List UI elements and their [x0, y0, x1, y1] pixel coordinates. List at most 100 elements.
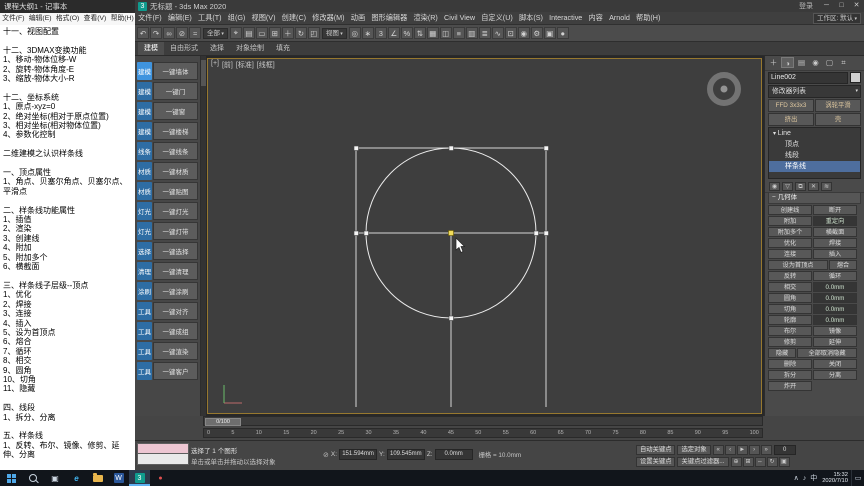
- mirror-icon[interactable]: ◫: [439, 27, 452, 39]
- plugin-action-button[interactable]: 一键涂刷: [153, 282, 198, 300]
- plugin-action-button[interactable]: 一键窗: [153, 102, 198, 120]
- notepad-menu-item[interactable]: 查看(V): [81, 13, 108, 25]
- geometry-button[interactable]: 连接: [768, 249, 812, 259]
- viewport-label-item[interactable]: [标准]: [236, 60, 254, 70]
- menu-item[interactable]: 修改器(M): [309, 13, 348, 23]
- geometry-button[interactable]: 关闭: [813, 359, 857, 369]
- geometry-button[interactable]: 切角: [768, 304, 812, 314]
- menu-item[interactable]: 工具(T): [195, 13, 225, 23]
- create-tab[interactable]: ＋: [767, 57, 780, 68]
- plugin-action-button[interactable]: 一键渲染: [153, 342, 198, 360]
- geometry-rollout-header[interactable]: 几何体: [768, 192, 861, 204]
- select-and-rotate-icon[interactable]: ↻: [294, 27, 307, 39]
- geometry-button[interactable]: 焊接: [813, 238, 857, 248]
- task-view-button[interactable]: ▣: [44, 470, 66, 486]
- time-slider-handle[interactable]: 0/100: [205, 418, 241, 426]
- maximize-viewport-toggle-icon[interactable]: ▣: [778, 456, 790, 467]
- menu-item[interactable]: Arnold: [606, 13, 633, 23]
- select-by-name-icon[interactable]: ▤: [242, 27, 255, 39]
- plugin-category-chip[interactable]: 线条: [137, 142, 152, 160]
- plugin-action-button[interactable]: 一键楼梯: [153, 122, 198, 140]
- window-crossing-icon[interactable]: ⊞: [268, 27, 281, 39]
- screen-recorder-icon[interactable]: ●: [150, 470, 171, 486]
- plugin-category-chip[interactable]: 灯光: [137, 202, 152, 220]
- menu-item[interactable]: 帮助(H): [633, 13, 664, 23]
- layer-explorer-icon[interactable]: ≣: [478, 27, 491, 39]
- sign-in-button[interactable]: 登录: [799, 1, 813, 11]
- make-unique-icon[interactable]: ⧉: [795, 181, 806, 191]
- geometry-button[interactable]: 删除: [768, 359, 812, 369]
- motion-tab[interactable]: ◉: [809, 57, 822, 68]
- menu-item[interactable]: 图形编辑器: [368, 13, 410, 23]
- render-production-icon[interactable]: ●: [556, 27, 569, 39]
- selection-lock-icon[interactable]: ⊘: [323, 451, 329, 459]
- viewport-layout-tab[interactable]: [201, 60, 206, 86]
- viewcube-hub[interactable]: [720, 85, 728, 93]
- plugin-category-chip[interactable]: 灯光: [137, 222, 152, 240]
- listener-output-row[interactable]: [137, 454, 189, 465]
- geometry-button[interactable]: 附加多个: [768, 227, 812, 237]
- word-icon[interactable]: W: [108, 470, 129, 486]
- ribbon-tab[interactable]: 填充: [270, 42, 296, 55]
- select-and-manipulate-icon[interactable]: ∗: [361, 27, 374, 39]
- plugin-category-chip[interactable]: 建模: [137, 82, 152, 100]
- go-to-start-icon[interactable]: «: [712, 444, 724, 455]
- geometry-button[interactable]: 横截面: [813, 227, 857, 237]
- geometry-button[interactable]: 循环: [813, 271, 857, 281]
- track-bar[interactable]: 0 5 10 15 20 25 30 35 40 45 50 55 60 65 70 75 80 85 90 95 10…: [203, 428, 763, 438]
- menu-item[interactable]: 文件(F): [135, 13, 165, 23]
- plugin-action-button[interactable]: 一键客户: [153, 362, 198, 380]
- geometry-button[interactable]: 0.0mm: [813, 282, 857, 292]
- notepad-menu-item[interactable]: 文件(F): [0, 13, 27, 25]
- set-key-button[interactable]: 设置关键点: [636, 456, 676, 467]
- plugin-category-chip[interactable]: 涂刷: [137, 282, 152, 300]
- stack-subobject-item[interactable]: 样条线: [769, 161, 860, 172]
- use-pivot-center-icon[interactable]: ◎: [348, 27, 361, 39]
- select-and-move-icon[interactable]: ＋: [281, 27, 294, 39]
- volume-icon[interactable]: ♪: [803, 475, 807, 482]
- plugin-category-chip[interactable]: 清理: [137, 262, 152, 280]
- selection-filter-dropdown[interactable]: 全部: [203, 27, 228, 39]
- maximize-button[interactable]: □: [834, 0, 849, 12]
- geometry-button[interactable]: 重定向: [813, 216, 857, 226]
- plugin-category-chip[interactable]: 工具: [137, 322, 152, 340]
- plugin-action-button[interactable]: 一键灯带: [153, 222, 198, 240]
- play-icon[interactable]: ►: [736, 444, 748, 455]
- select-object-icon[interactable]: ⌖: [229, 27, 242, 39]
- material-editor-icon[interactable]: ◉: [517, 27, 530, 39]
- viewport-layout-tabs[interactable]: [201, 56, 206, 416]
- plugin-action-button[interactable]: 一键成组: [153, 322, 198, 340]
- rectangular-selection-icon[interactable]: ▭: [255, 27, 268, 39]
- undo-icon[interactable]: ↶: [137, 27, 149, 39]
- viewport-label-item[interactable]: [线框]: [257, 60, 275, 70]
- modifier-quick-button[interactable]: FFD 3x3x3: [768, 99, 814, 112]
- close-button[interactable]: ✕: [849, 0, 864, 12]
- ribbon-tab[interactable]: 对象绘制: [230, 42, 270, 55]
- geometry-button[interactable]: 分离: [813, 370, 857, 380]
- menu-item[interactable]: 内容: [585, 13, 606, 23]
- auto-key-button[interactable]: 自动关键点: [636, 444, 676, 455]
- modifier-quick-button[interactable]: 涡轮平滑: [815, 99, 861, 112]
- plugin-category-chip[interactable]: 材质: [137, 162, 152, 180]
- edge-icon[interactable]: e: [66, 470, 87, 486]
- notification-center-button[interactable]: ▭: [851, 470, 864, 486]
- menu-item[interactable]: Interactive: [546, 13, 585, 23]
- modifier-quick-button[interactable]: 壳: [815, 113, 861, 126]
- configure-modifier-sets-icon[interactable]: ≋: [821, 181, 832, 191]
- geometry-button[interactable]: 轮廓: [768, 315, 812, 325]
- stack-subobject-item[interactable]: 顶点: [769, 139, 860, 150]
- menu-item[interactable]: 编辑(E): [165, 13, 195, 23]
- bind-to-spacewarp-icon[interactable]: ≈: [189, 27, 201, 39]
- curve-editor-icon[interactable]: ∿: [491, 27, 504, 39]
- notepad-menu-item[interactable]: 编辑(E): [27, 13, 54, 25]
- menu-item[interactable]: 渲染(R): [410, 13, 441, 23]
- zoom-extents-icon[interactable]: ⊞: [742, 456, 754, 467]
- selected-vertex[interactable]: [448, 230, 454, 236]
- plugin-action-button[interactable]: 一键对齐: [153, 302, 198, 320]
- go-to-end-icon[interactable]: »: [760, 444, 772, 455]
- listener-macro-row[interactable]: [137, 443, 189, 454]
- modifier-quick-button[interactable]: 挤出: [768, 113, 814, 126]
- geometry-button[interactable]: 0.0mm: [813, 304, 857, 314]
- plugin-category-chip[interactable]: 选择: [137, 242, 152, 260]
- orbit-icon[interactable]: ↻: [766, 456, 778, 467]
